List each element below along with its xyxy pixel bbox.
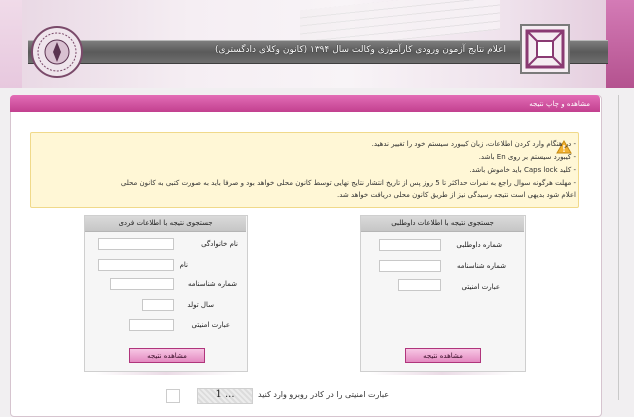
notice-line: - در هنگام وارد کردن اطلاعات، زبان کیبور… <box>371 140 576 148</box>
security-phrase-label: عبارت امنیتی <box>191 321 230 329</box>
notice-line: - کلید Caps lock باید خاموش باشد. <box>469 166 576 174</box>
notice-line: اعلام شود بدیهی است نتیجه رسیدگی نیز از … <box>337 191 576 199</box>
id-number-input[interactable] <box>110 278 174 290</box>
captcha-instruction: عبارت امنیتی را در کادر روبرو وارد کنید <box>258 390 389 399</box>
captcha-image: 1 ... <box>197 388 253 404</box>
first-name-label: نام <box>179 261 188 269</box>
applicant-security-phrase-label: عبارت امنیتی <box>461 283 500 291</box>
birth-year-input[interactable] <box>142 299 174 311</box>
box-shadow <box>95 372 237 375</box>
applicant-id-number-input[interactable] <box>379 260 441 272</box>
last-name-label: نام خانوادگی <box>201 240 238 248</box>
personal-search-header: جستجوی نتیجه با اطلاعات فردی <box>85 216 246 232</box>
applicant-id-number-label: شماره شناسنامه <box>456 262 506 270</box>
view-result-button[interactable]: مشاهده نتیجه <box>405 348 481 363</box>
view-result-button[interactable]: مشاهده نتیجه <box>129 348 205 363</box>
box-shadow <box>370 372 514 375</box>
panel-title: مشاهده و چاپ نتیجه <box>529 100 590 108</box>
applicant-security-phrase-input[interactable] <box>398 279 441 291</box>
birth-year-label: سال تولد <box>187 301 214 309</box>
applicant-search-header: جستجوی نتیجه با اطلاعات داوطلبی <box>361 216 524 232</box>
last-name-input[interactable] <box>98 238 174 250</box>
bar-association-logo-icon <box>520 24 570 74</box>
panel-header <box>10 95 600 112</box>
notice-line: - مهلت هرگونه سوال راجع به نمرات حداکثر … <box>120 179 576 187</box>
right-divider <box>618 95 619 400</box>
page-title: اعلام نتایج آزمون ورودی کارآموزی وکالت س… <box>215 45 506 55</box>
applicant-number-label: شماره داوطلبی <box>456 241 502 249</box>
first-name-input[interactable] <box>98 259 174 271</box>
judiciary-emblem-icon <box>31 26 83 78</box>
id-number-label: شماره شناسنامه <box>187 280 237 288</box>
right-pink-edge <box>606 0 634 88</box>
notice-line: - کیبورد سیستم بر روی En باشد. <box>478 153 576 161</box>
left-ornament <box>0 0 22 88</box>
captcha-refresh-icon[interactable] <box>166 389 180 403</box>
applicant-number-input[interactable] <box>379 239 441 251</box>
security-phrase-input[interactable] <box>129 319 174 331</box>
